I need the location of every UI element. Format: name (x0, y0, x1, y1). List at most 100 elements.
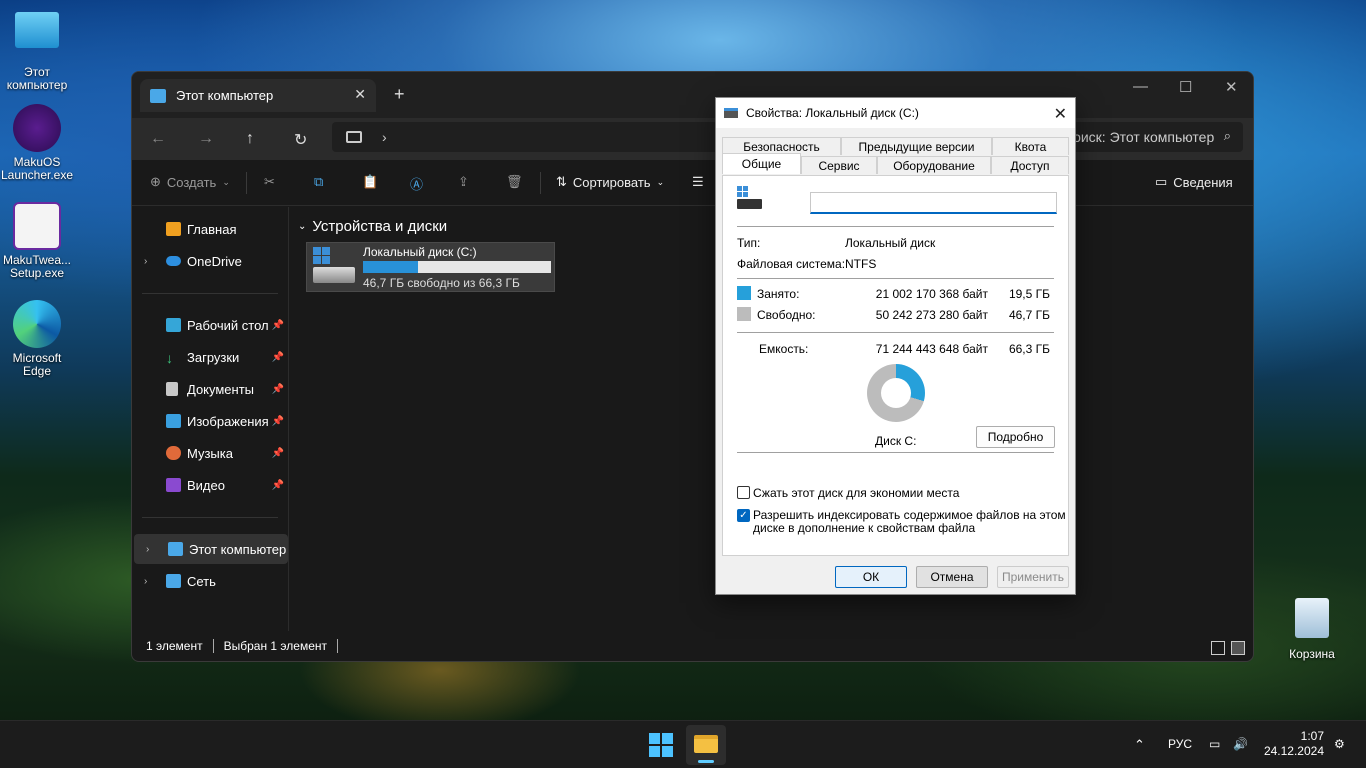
taskbar-file-explorer[interactable] (686, 725, 726, 765)
sidebar-item-desktop[interactable]: Рабочий стол 📌 (132, 310, 288, 340)
tab-quota[interactable]: Квота (992, 137, 1069, 155)
sidebar-item-label: Документы (187, 381, 255, 397)
index-label-line1[interactable]: Разрешить индексировать содержимое файло… (753, 508, 1066, 522)
refresh-button[interactable]: ↻ (294, 130, 307, 150)
ok-button[interactable]: ОК (835, 566, 907, 588)
create-button[interactable]: ⊕ Создать ⌄ (150, 174, 230, 190)
close-window-button[interactable]: ✕ (1225, 78, 1238, 96)
chevron-right-icon[interactable]: › (146, 544, 149, 555)
share-icon[interactable]: ⇪ (458, 174, 469, 190)
sidebar-item-label: Главная (187, 221, 237, 237)
sidebar-item-network[interactable]: › Сеть (132, 566, 288, 596)
up-button[interactable]: ↑ (246, 130, 254, 148)
compress-checkbox[interactable] (737, 486, 750, 499)
maximize-button[interactable]: ☐ (1179, 78, 1192, 96)
chevron-up-icon[interactable]: ⌃ (1134, 737, 1145, 753)
sidebar-item-home[interactable]: Главная (132, 214, 288, 244)
sidebar-item-onedrive[interactable]: › OneDrive (132, 246, 288, 276)
cancel-button[interactable]: Отмена (916, 566, 988, 588)
desktop-icon-recycle-bin[interactable]: Корзина (1275, 598, 1349, 661)
pin-icon[interactable]: 📌 (272, 352, 284, 363)
sidebar-item-music[interactable]: Музыка 📌 (132, 438, 288, 468)
language-indicator[interactable]: РУС (1168, 737, 1192, 751)
drive-free-text: 46,7 ГБ свободно из 66,3 ГБ (363, 276, 520, 290)
delete-icon[interactable]: 🗑 (506, 174, 523, 190)
tab-this-pc[interactable]: Этот компьютер ✕ (140, 79, 376, 112)
minimize-button[interactable]: — (1133, 78, 1148, 95)
desktop-icon-makuos-launcher[interactable]: MakuOS Launcher.exe (0, 104, 74, 182)
details-button[interactable]: ▭ Сведения (1155, 174, 1233, 190)
details-view-icon[interactable] (1211, 641, 1225, 655)
desktop-icon-edge[interactable]: Microsoft Edge (0, 300, 74, 378)
sidebar-item-pictures[interactable]: Изображения 📌 (132, 406, 288, 436)
chevron-right-icon[interactable]: › (144, 576, 147, 587)
sidebar-item-documents[interactable]: Документы 📌 (132, 374, 288, 404)
pin-icon[interactable]: 📌 (272, 416, 284, 427)
divider (737, 332, 1054, 333)
pin-icon[interactable]: 📌 (272, 480, 284, 491)
search-input[interactable]: Поиск: Этот компьютер ⌕ (1051, 122, 1243, 152)
tab-general[interactable]: Общие (722, 153, 801, 174)
cut-icon[interactable]: ✂ (264, 174, 275, 190)
index-checkbox[interactable]: ✓ (737, 509, 750, 522)
sidebar-item-videos[interactable]: Видео 📌 (132, 470, 288, 500)
sidebar-item-label: OneDrive (187, 253, 242, 269)
apply-button[interactable]: Применить (997, 566, 1069, 588)
used-bytes: 21 002 170 368 байт (875, 287, 988, 301)
sidebar-item-label: Рабочий стол (187, 317, 269, 333)
dialog-title: Свойства: Локальный диск (C:) (746, 106, 919, 120)
back-button[interactable]: ← (150, 130, 166, 148)
compress-label[interactable]: Сжать этот диск для экономии места (753, 486, 959, 500)
volume-label-input[interactable] (810, 192, 1057, 214)
sidebar-item-downloads[interactable]: ↓ Загрузки 📌 (132, 342, 288, 372)
desktop-icon-makutweaker-setup[interactable]: MakuTwea... Setup.exe (0, 202, 74, 280)
group-header[interactable]: ⌄ Устройства и диски (298, 218, 447, 235)
forward-button[interactable]: → (198, 130, 214, 148)
item-count: 1 элемент (146, 639, 203, 653)
divider (737, 278, 1054, 279)
divider (212, 639, 214, 653)
pin-icon[interactable]: 📌 (272, 384, 284, 395)
details-button[interactable]: Подробно (976, 426, 1055, 448)
pin-icon[interactable]: 📌 (272, 448, 284, 459)
chevron-right-icon[interactable]: › (382, 129, 387, 145)
address-input[interactable]: › (332, 122, 724, 152)
copy-icon[interactable]: ⧉ (314, 174, 323, 190)
pin-icon[interactable]: 📌 (272, 320, 284, 331)
chevron-right-icon[interactable]: › (144, 256, 147, 267)
dialog-title-bar: Свойства: Локальный диск (C:) ✕ (716, 98, 1075, 128)
drive-icon (724, 108, 738, 118)
fs-value: NTFS (845, 257, 877, 271)
sort-button[interactable]: ⇅ Сортировать ⌄ (556, 174, 664, 190)
view-icon[interactable]: ☰ (692, 174, 704, 190)
tab-tools[interactable]: Сервис (801, 156, 877, 174)
close-tab-icon[interactable]: ✕ (354, 86, 366, 103)
desktop-icon-label: MakuOS Launcher.exe (0, 155, 74, 182)
paste-icon[interactable]: 📋 (362, 174, 378, 190)
sort-label: Сортировать (572, 174, 651, 190)
tiles-view-icon[interactable] (1231, 641, 1245, 655)
drive-tile-c[interactable]: Локальный диск (C:) 46,7 ГБ свободно из … (306, 242, 555, 292)
tab-previous-versions[interactable]: Предыдущие версии (841, 137, 992, 155)
tab-sharing[interactable]: Доступ (991, 156, 1069, 174)
rename-icon[interactable]: Ⓐ (410, 174, 423, 193)
address-bar-row: ← → ↑ ↻ › Поиск: Этот компьютер ⌕ (132, 118, 1253, 160)
new-tab-button[interactable]: + (394, 84, 405, 105)
start-button[interactable] (649, 733, 673, 757)
capacity-label: Емкость: (759, 342, 809, 356)
tab-hardware[interactable]: Оборудование (877, 156, 991, 174)
desktop-icon-this-pc[interactable]: Этот компьютер (0, 8, 74, 92)
active-indicator (698, 760, 714, 763)
fs-label: Файловая система: (737, 257, 846, 271)
network-icon[interactable]: ▭ (1209, 737, 1220, 751)
close-icon[interactable]: ✕ (1054, 104, 1067, 124)
picture-icon (166, 414, 181, 428)
chevron-down-icon: ⌄ (298, 221, 307, 232)
monitor-icon (150, 88, 166, 103)
index-label-line2[interactable]: диске в дополнение к свойствам файла (753, 521, 975, 535)
clock[interactable]: 1:07 24.12.2024 (1264, 729, 1324, 759)
disk-label: Диск C: (875, 434, 917, 448)
notification-icon[interactable]: ⚙ (1334, 737, 1345, 751)
sidebar-item-this-pc[interactable]: › Этот компьютер (134, 534, 288, 564)
volume-icon[interactable]: 🔊 (1233, 737, 1248, 751)
